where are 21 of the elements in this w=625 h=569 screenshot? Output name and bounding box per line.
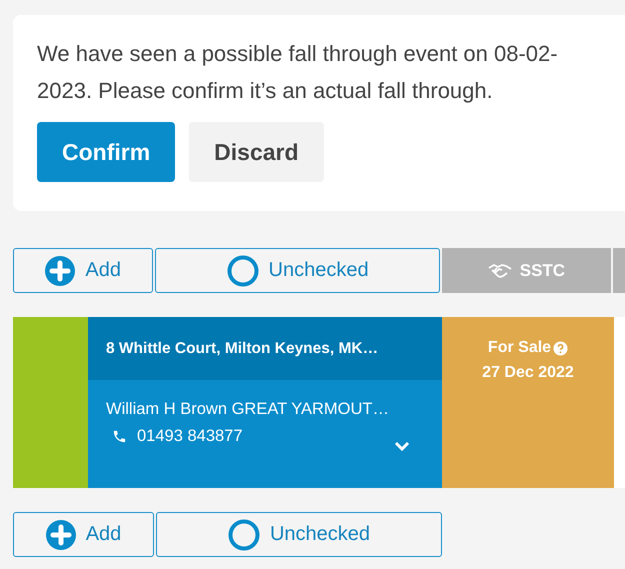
discard-button[interactable]: Discard xyxy=(189,122,324,182)
property-address: 8 Whittle Court, Milton Keynes, MK… xyxy=(106,340,378,358)
circle-icon xyxy=(226,254,259,286)
sale-status: For Sale xyxy=(488,339,552,357)
plus-icon xyxy=(45,256,76,286)
check-toggle[interactable]: Unchecked xyxy=(156,512,442,557)
add-button[interactable]: Add xyxy=(13,512,154,557)
phone-number: 01493 843877 xyxy=(137,427,243,446)
confirm-button[interactable]: Confirm xyxy=(37,122,176,182)
phone-icon xyxy=(112,429,127,444)
sale-date: 27 Dec 2022 xyxy=(482,364,574,382)
circle-icon xyxy=(228,518,260,550)
check-toggle[interactable]: Unchecked xyxy=(155,248,440,293)
sstc-tag[interactable]: SSTC xyxy=(442,248,611,293)
add-button[interactable]: Add xyxy=(13,248,154,293)
agent-name: William H Brown GREAT YARMOUT… xyxy=(106,400,390,419)
help-icon[interactable] xyxy=(553,340,568,356)
chevron-down-icon[interactable] xyxy=(394,440,410,452)
handshake-icon xyxy=(488,262,512,278)
plus-icon xyxy=(46,520,76,550)
alert-message: We have seen a possible fall through event on 08-02-2023. Please confirm it’s an actual fall through. xyxy=(37,40,559,105)
